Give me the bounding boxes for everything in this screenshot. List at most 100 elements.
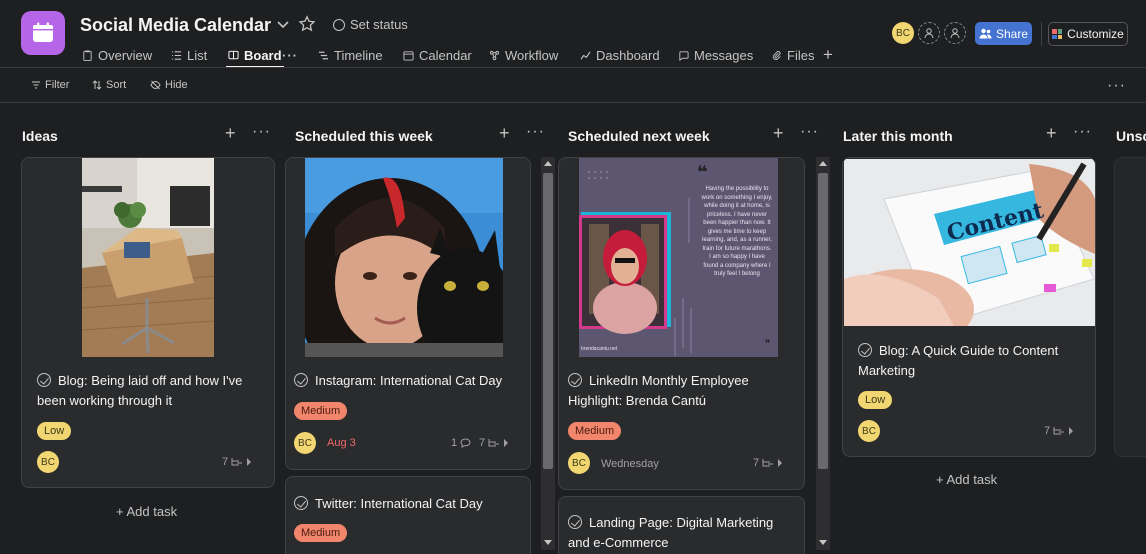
avatar: BC: [892, 22, 914, 44]
tab-dashboard[interactable]: Dashboard: [580, 44, 660, 66]
sort-button[interactable]: Sort: [92, 79, 126, 91]
tab-more-button[interactable]: ···: [282, 44, 298, 66]
check-circle-icon[interactable]: [37, 373, 51, 387]
column-title-scheduled-next-week[interactable]: Scheduled next week: [568, 128, 710, 144]
task-title[interactable]: Blog: A Quick Guide to Content Marketing: [858, 341, 1083, 381]
tab-messages[interactable]: Messages: [678, 44, 753, 66]
subtask-icon: [1053, 427, 1065, 435]
priority-tag[interactable]: Medium: [568, 422, 622, 440]
check-circle-icon[interactable]: [294, 496, 308, 510]
add-member-button-2[interactable]: [944, 22, 966, 44]
column-title-unsc[interactable]: Unsc: [1116, 128, 1146, 144]
toolbar-more-button[interactable]: ···: [1107, 77, 1126, 95]
check-circle-icon[interactable]: [858, 343, 872, 357]
column-title-scheduled-this-week[interactable]: Scheduled this week: [295, 128, 433, 144]
due-date[interactable]: Wednesday: [601, 458, 659, 470]
column-scrollbar[interactable]: [816, 157, 830, 550]
subtask-count[interactable]: 7: [222, 456, 252, 468]
chevron-right-icon: [778, 459, 783, 467]
assignee-avatar[interactable]: BC: [858, 420, 880, 442]
customize-grid-icon: [1052, 29, 1063, 39]
column-add-button[interactable]: +: [499, 123, 510, 144]
task-cover-image: [82, 158, 214, 357]
column-scrollbar[interactable]: [541, 157, 555, 550]
subtask-count-value: 7: [1044, 425, 1051, 437]
tab-overview[interactable]: Overview: [82, 44, 152, 66]
tab-timeline[interactable]: Timeline: [318, 44, 383, 66]
add-tab-button[interactable]: +: [823, 44, 833, 66]
set-status-button[interactable]: Set status: [333, 17, 408, 32]
check-circle-icon[interactable]: [568, 373, 582, 387]
comment-count[interactable]: 1: [451, 437, 471, 449]
subtask-count[interactable]: 7: [753, 457, 783, 469]
task-title[interactable]: Landing Page: Digital Marketing and e-Co…: [568, 513, 793, 553]
column-add-button[interactable]: +: [1046, 123, 1057, 144]
add-task-button[interactable]: + Add task: [116, 504, 177, 519]
star-icon[interactable]: [298, 15, 316, 33]
task-card[interactable]: Twitter: International Cat Day Medium: [285, 476, 531, 554]
assignee-avatar[interactable]: BC: [568, 452, 590, 474]
check-circle-icon[interactable]: [568, 515, 582, 529]
scroll-thumb[interactable]: [543, 173, 553, 469]
task-title-text: Blog: A Quick Guide to Content Marketing: [858, 343, 1059, 378]
scroll-up-icon[interactable]: [819, 161, 827, 166]
scroll-thumb[interactable]: [818, 173, 828, 469]
calendar-icon[interactable]: [21, 11, 65, 55]
priority-tag[interactable]: Medium: [294, 524, 348, 542]
assignee-avatar[interactable]: BC: [294, 432, 316, 454]
task-card[interactable]: Blog: Being laid off and how I've been w…: [21, 157, 275, 488]
task-title[interactable]: Blog: Being laid off and how I've been w…: [37, 371, 262, 411]
column-title-later-this-month[interactable]: Later this month: [843, 128, 953, 144]
people-icon: [979, 28, 992, 39]
member-avatar[interactable]: BC: [892, 22, 914, 44]
tab-label: Overview: [98, 47, 153, 63]
priority-tag[interactable]: Medium: [294, 402, 348, 420]
content-illustration: [844, 159, 1095, 326]
add-member-button[interactable]: [918, 22, 940, 44]
tab-files[interactable]: Files: [771, 44, 814, 66]
task-card[interactable]: Content Blog: A Quick Guide to Content M…: [842, 157, 1096, 457]
column-title-ideas[interactable]: Ideas: [22, 128, 58, 144]
column-more-button[interactable]: ···: [1073, 123, 1092, 141]
scroll-down-icon[interactable]: [819, 540, 827, 545]
task-title[interactable]: LinkedIn Monthly Employee Highlight: Bre…: [568, 371, 793, 411]
priority-tag[interactable]: Low: [37, 422, 72, 440]
column-more-button[interactable]: ···: [252, 123, 271, 141]
header-divider: [1041, 22, 1042, 46]
task-card[interactable]: Landing Page: Digital Marketing and e-Co…: [558, 496, 805, 554]
customize-label: Customize: [1067, 27, 1124, 41]
calendar-small-icon: [403, 50, 414, 61]
paperclip-icon: [772, 50, 781, 60]
column-add-button[interactable]: +: [225, 123, 236, 144]
column-more-button[interactable]: ···: [526, 123, 545, 141]
check-circle-icon[interactable]: [294, 373, 308, 387]
project-title[interactable]: Social Media Calendar: [80, 15, 271, 36]
status-circle-icon: [333, 18, 345, 31]
task-card[interactable]: ❝ Having the possibility to work on some…: [558, 157, 805, 490]
tab-list[interactable]: List: [171, 44, 207, 66]
subtask-count[interactable]: 7: [1044, 425, 1074, 437]
column-add-button[interactable]: +: [773, 123, 784, 144]
tab-label: Calendar: [419, 47, 472, 63]
tab-board[interactable]: Board: [226, 44, 284, 68]
filter-button[interactable]: Filter: [31, 79, 69, 91]
assignee-avatar[interactable]: BC: [37, 451, 59, 473]
tab-calendar[interactable]: Calendar: [403, 44, 472, 66]
task-cover-image: Content: [844, 159, 1095, 326]
filter-label: Filter: [45, 79, 70, 91]
scroll-down-icon[interactable]: [544, 540, 552, 545]
share-button[interactable]: Share: [975, 22, 1032, 45]
task-card[interactable]: Instagram: International Cat Day Medium …: [285, 157, 531, 470]
task-title[interactable]: Twitter: International Cat Day: [294, 494, 519, 514]
chevron-down-icon[interactable]: [274, 16, 292, 34]
task-title[interactable]: Instagram: International Cat Day: [294, 371, 519, 391]
add-task-button[interactable]: + Add task: [936, 472, 997, 487]
due-date[interactable]: Aug 3: [327, 437, 356, 449]
hide-button[interactable]: Hide: [150, 79, 188, 91]
column-more-button[interactable]: ···: [800, 123, 819, 141]
priority-tag[interactable]: Low: [858, 391, 893, 409]
scroll-up-icon[interactable]: [544, 161, 552, 166]
customize-button[interactable]: Customize: [1048, 22, 1128, 46]
tab-workflow[interactable]: Workflow: [489, 44, 558, 66]
subtask-count[interactable]: 7: [479, 437, 509, 449]
